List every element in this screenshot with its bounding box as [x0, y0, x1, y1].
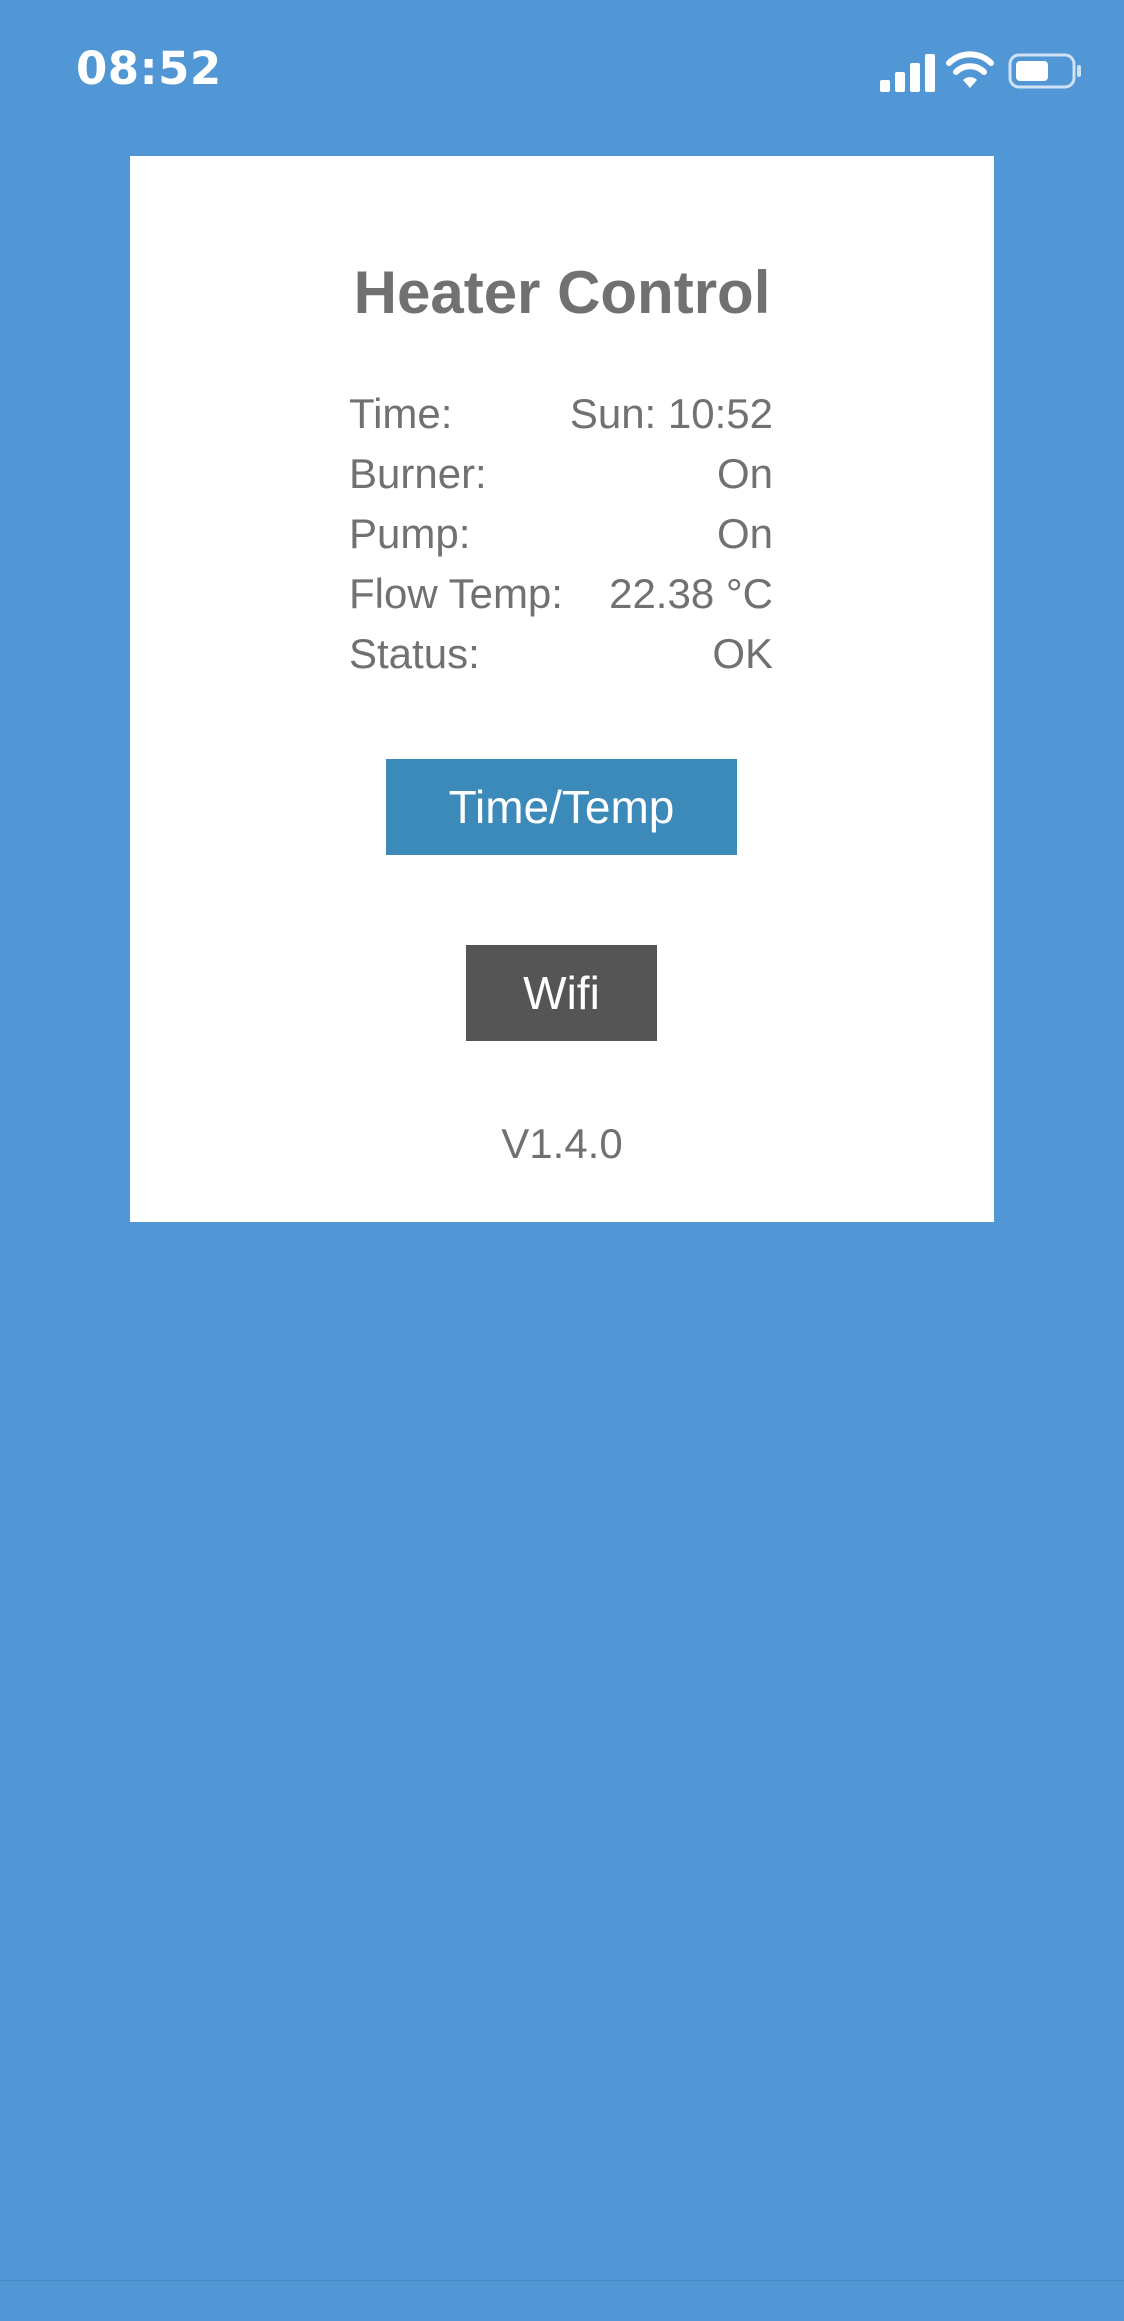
wifi-button[interactable]: Wifi: [466, 945, 657, 1041]
status-bar: 08:52: [0, 0, 1124, 140]
info-row-flow-temp: Flow Temp: 22.38 °C: [349, 564, 773, 624]
info-label: Status:: [349, 630, 480, 677]
info-value: On: [716, 450, 773, 497]
status-time: 08:52: [76, 42, 222, 95]
info-label: Pump:: [349, 510, 471, 557]
info-label: Flow Temp:: [349, 570, 563, 617]
info-label: Burner:: [349, 450, 487, 497]
info-value: On: [716, 510, 773, 557]
info-label: Time:: [349, 390, 453, 437]
info-value: Sun: 10:52: [569, 390, 773, 437]
info-value: 22.38 °C: [609, 570, 773, 617]
info-row-burner: Burner: On: [349, 444, 773, 504]
cellular-signal-icon: [880, 54, 935, 92]
wifi-icon: [946, 51, 994, 88]
info-row-status: Status: OK: [349, 624, 773, 684]
info-value: OK: [712, 630, 773, 677]
info-row-pump: Pump: On: [349, 504, 773, 564]
page-title: Heater Control: [353, 259, 771, 326]
battery-icon: [1008, 53, 1081, 89]
bottom-divider: [0, 2280, 1124, 2281]
info-row-time: Time: Sun: 10:52: [349, 384, 773, 444]
time-temp-button[interactable]: Time/Temp: [386, 759, 737, 855]
status-table: Time: Sun: 10:52 Burner: On Pump: On Flo…: [349, 384, 773, 684]
version-label: V1.4.0: [501, 1120, 623, 1167]
